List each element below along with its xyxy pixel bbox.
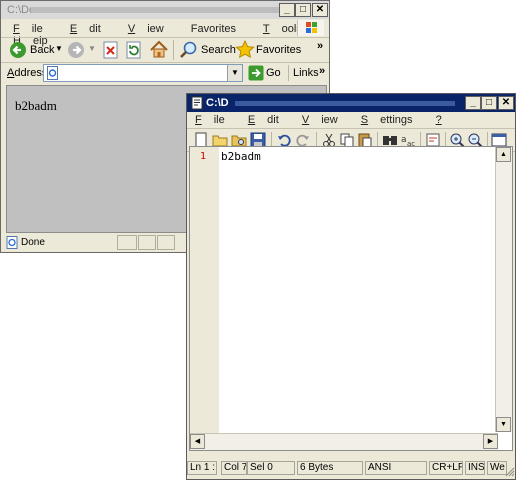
line-number-gutter: 1 [190, 147, 219, 448]
address-divider [288, 65, 289, 81]
address-label: Address [7, 67, 48, 79]
np-menu-bar: File Edit View Settings ? [195, 114, 478, 126]
notepad-window: C:\D _ □ ✕ File Edit View Settings ? a ac [186, 93, 516, 480]
forward-arrow-icon [68, 42, 84, 58]
np-menu-help[interactable]: ? [436, 114, 466, 126]
status-pane-1 [117, 235, 137, 250]
np-editor[interactable]: 1 b2badm ▲ ▼ ◀ ▶ [189, 146, 513, 451]
go-button[interactable]: Go [247, 64, 285, 82]
editor-text: b2badm [221, 150, 261, 163]
np-close-button[interactable]: ✕ [498, 96, 514, 110]
np-title-bar[interactable]: C:\D _ □ ✕ [187, 94, 515, 112]
back-label: Back [30, 44, 55, 56]
stop-icon[interactable] [102, 41, 120, 59]
title-smudge [31, 7, 286, 13]
go-arrow-icon [248, 65, 264, 81]
ie-status-text: Done [21, 237, 45, 248]
scroll-down-button[interactable]: ▼ [496, 417, 511, 432]
status-pane-3 [157, 235, 175, 250]
horizontal-scrollbar[interactable]: ◀ ▶ [190, 433, 498, 450]
address-input[interactable]: ▼ [43, 64, 243, 82]
search-icon [180, 41, 197, 58]
status-encoding[interactable]: ANSI [365, 461, 427, 475]
status-extra: We [487, 461, 507, 475]
status-col: Col 7 [221, 461, 247, 475]
vertical-scrollbar[interactable]: ▲ ▼ [495, 147, 512, 432]
forward-dropdown-icon[interactable]: ▼ [88, 44, 96, 53]
resize-grip-icon[interactable] [505, 467, 515, 477]
maximize-button[interactable]: □ [295, 3, 311, 17]
menu-favorites[interactable]: Favorites [191, 23, 248, 35]
home-icon[interactable] [149, 40, 169, 59]
np-minimize-button[interactable]: _ [465, 96, 481, 110]
status-pane-2 [138, 235, 156, 250]
status-size: 6 Bytes [297, 461, 363, 475]
close-button[interactable]: ✕ [312, 3, 328, 17]
back-arrow-icon [10, 42, 26, 58]
ie-title-bar[interactable]: C:\Docu _ □ ✕ [1, 1, 329, 19]
refresh-icon[interactable] [125, 41, 143, 59]
menu-view[interactable]: View [128, 23, 176, 35]
page-icon [47, 66, 58, 80]
status-position: Ln 1 : 1 [187, 461, 217, 475]
minimize-button[interactable]: _ [279, 3, 295, 17]
toolbar-divider [173, 40, 174, 60]
np-maximize-button[interactable]: □ [481, 96, 497, 110]
svg-text:a: a [401, 135, 407, 145]
favorites-button[interactable]: Favorites [235, 40, 301, 60]
status-sel: Sel 0 [247, 461, 295, 475]
favorites-star-icon [235, 40, 255, 59]
back-button[interactable]: Back ▼ [9, 40, 65, 60]
menu-file[interactable]: File [13, 23, 55, 35]
ie-toolbar: Back ▼ ▼ Search Favorites » [1, 38, 329, 62]
scroll-left-button[interactable]: ◀ [190, 434, 205, 449]
toolbar-chevron-icon[interactable]: » [317, 40, 323, 52]
back-dropdown-icon[interactable]: ▼ [55, 44, 63, 53]
scroll-up-button[interactable]: ▲ [496, 147, 511, 162]
menu-edit[interactable]: Edit [70, 23, 113, 35]
go-label: Go [266, 67, 281, 79]
np-menu-view[interactable]: View [302, 114, 350, 126]
scroll-right-button[interactable]: ▶ [483, 434, 498, 449]
status-mode[interactable]: INS [465, 461, 485, 475]
windows-logo-icon [297, 20, 324, 36]
address-dropdown-button[interactable]: ▼ [227, 65, 242, 81]
address-bar: Address ▼ Go Links » [1, 63, 329, 83]
notepad-app-icon [191, 96, 203, 110]
title-smudge-np [235, 101, 455, 106]
search-label: Search [201, 44, 236, 56]
links-chevron-icon[interactable]: » [319, 65, 325, 77]
ie-status-page-icon [6, 236, 18, 249]
forward-button[interactable]: ▼ [67, 40, 96, 60]
status-eol[interactable]: CR+LF [429, 461, 463, 475]
np-menu-edit[interactable]: Edit [248, 114, 291, 126]
links-button[interactable]: Links [293, 67, 319, 79]
np-menu-settings[interactable]: Settings [361, 114, 425, 126]
np-title-text: C:\D [206, 97, 229, 109]
np-menu-file[interactable]: File [195, 114, 237, 126]
ie-page-text: b2badm [15, 98, 57, 113]
search-button[interactable]: Search [179, 40, 236, 60]
favorites-label: Favorites [256, 44, 302, 56]
line-number: 1 [200, 151, 207, 162]
np-status-bar: Ln 1 : 1 Col 7 Sel 0 6 Bytes ANSI CR+LF … [187, 459, 515, 477]
